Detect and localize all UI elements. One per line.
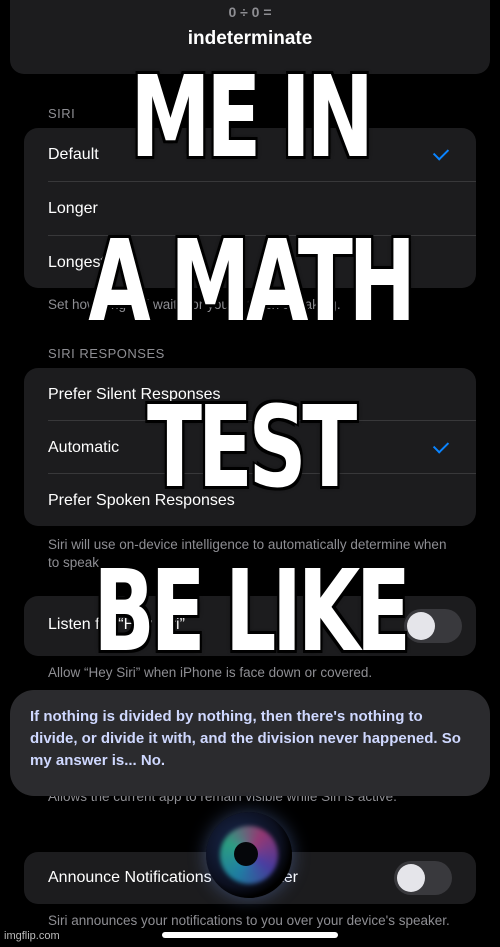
- toggle-knob: [407, 612, 435, 640]
- siri-answer-text: If nothing is divided by nothing, then t…: [30, 708, 461, 769]
- siri-answer-bubble: If nothing is divided by nothing, then t…: [10, 690, 490, 796]
- responses-section-footer: Siri will use on-device intelligence to …: [48, 537, 447, 570]
- checkmark-icon: [432, 437, 450, 454]
- hey-siri-card: Listen for “Hey Siri”: [24, 596, 476, 656]
- pause-option-longest[interactable]: Longest: [24, 236, 476, 288]
- pause-option-longer[interactable]: Longer: [24, 182, 476, 235]
- announce-footer: Siri announces your notifications to you…: [48, 913, 450, 928]
- siri-result-card: 0 ÷ 0 = indeterminate: [10, 0, 490, 74]
- home-indicator[interactable]: [162, 932, 338, 938]
- siri-orb-icon[interactable]: [206, 812, 292, 898]
- hey-siri-label: Listen for “Hey Siri”: [48, 616, 185, 633]
- orb-core: [234, 842, 258, 866]
- response-option-automatic[interactable]: Automatic: [24, 421, 476, 473]
- pause-section-header: SIRI: [48, 106, 76, 121]
- pause-option-default[interactable]: Default: [24, 128, 476, 181]
- equation-text: 0 ÷ 0 =: [228, 4, 272, 20]
- option-label: Longest: [48, 254, 105, 271]
- toggle-knob: [397, 864, 425, 892]
- watermark: imgflip.com: [4, 930, 60, 942]
- option-label: Automatic: [48, 439, 120, 456]
- response-option-silent[interactable]: Prefer Silent Responses: [24, 368, 476, 420]
- option-label: Prefer Spoken Responses: [48, 492, 235, 509]
- option-label: Prefer Silent Responses: [48, 386, 221, 403]
- result-text: indeterminate: [187, 28, 313, 49]
- hey-siri-footer: Allow “Hey Siri” when iPhone is face dow…: [48, 665, 373, 680]
- responses-options-card: Prefer Silent Responses Automatic Prefer…: [24, 368, 476, 526]
- pause-section-footer: Set how long Siri waits for you to finis…: [48, 297, 341, 312]
- option-label: Default: [48, 146, 99, 163]
- announce-toggle[interactable]: [394, 861, 452, 895]
- response-option-spoken[interactable]: Prefer Spoken Responses: [24, 474, 476, 526]
- option-label: Longer: [48, 200, 98, 217]
- hey-siri-toggle[interactable]: [404, 609, 462, 643]
- pause-options-card: Default Longer Longest: [24, 128, 476, 288]
- responses-section-header: SIRI RESPONSES: [48, 346, 165, 361]
- checkmark-icon: [432, 144, 450, 161]
